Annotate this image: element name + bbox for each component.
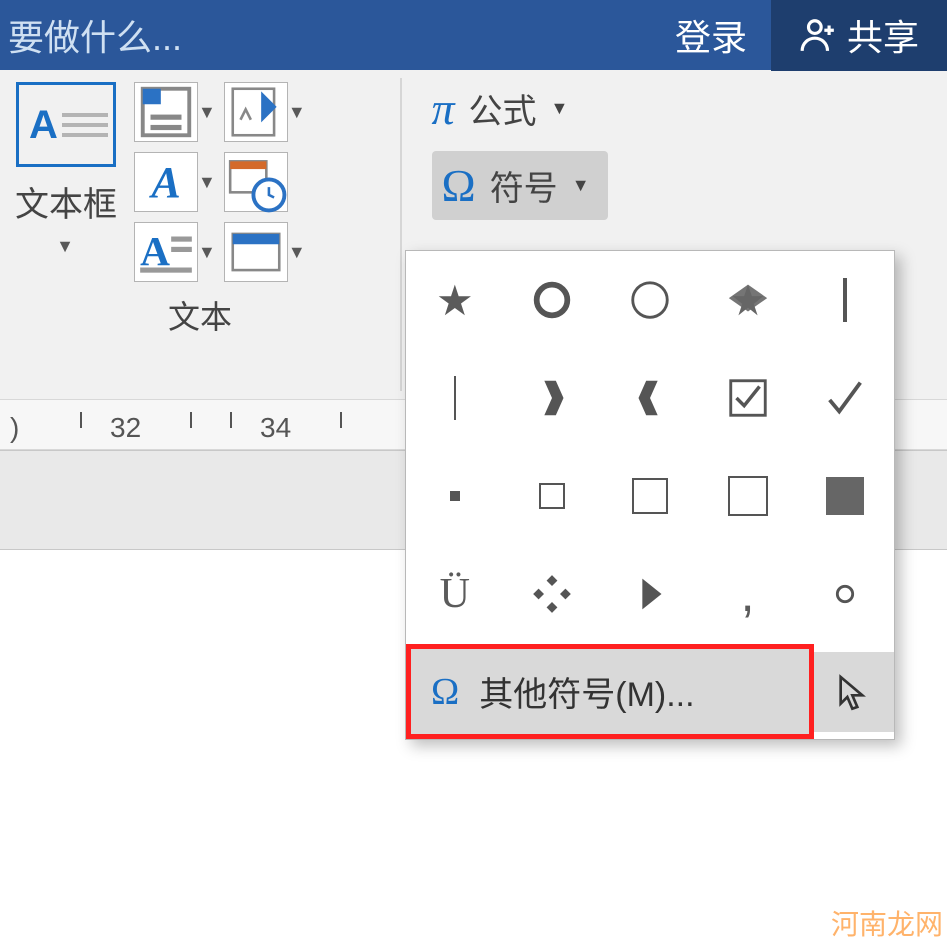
- symbol-bracket-left[interactable]: [601, 349, 699, 447]
- signature-line-button[interactable]: ▼: [224, 82, 306, 142]
- symbol-star-filled[interactable]: ★: [406, 251, 504, 349]
- date-time-icon: [225, 151, 287, 213]
- equation-button[interactable]: π 公式 ▼: [432, 82, 608, 135]
- symbol-diamond-cluster[interactable]: [504, 545, 602, 643]
- recent-symbols-grid: ★ Ü ,: [406, 251, 894, 643]
- omega-icon: Ω: [442, 159, 476, 212]
- object-button[interactable]: ▼: [224, 222, 306, 282]
- tell-me-search[interactable]: 要做什么...: [0, 9, 651, 61]
- more-symbols-label: 其他符号(M)...: [479, 667, 694, 716]
- quick-parts-icon: [135, 81, 197, 143]
- symbol-bar-thin[interactable]: [406, 349, 504, 447]
- symbol-comma[interactable]: ,: [699, 545, 797, 643]
- share-label: 共享: [847, 9, 919, 61]
- symbol-dot-hollow[interactable]: [796, 545, 894, 643]
- symbol-star-band[interactable]: [699, 251, 797, 349]
- symbol-checkbox-checked[interactable]: [699, 349, 797, 447]
- symbol-checkmark[interactable]: [796, 349, 894, 447]
- textbox-button[interactable]: A 文本框 ▼: [6, 82, 126, 282]
- chevron-down-icon: ▼: [551, 98, 569, 119]
- symbol-bracket-right[interactable]: [504, 349, 602, 447]
- symbol-square-small[interactable]: [504, 447, 602, 545]
- symbol-square-outline[interactable]: [699, 447, 797, 545]
- symbol-dot-small[interactable]: [406, 447, 504, 545]
- chevron-down-icon: ▼: [56, 236, 74, 257]
- quick-parts-button[interactable]: ▼: [134, 82, 216, 142]
- symbol-button[interactable]: Ω 符号 ▼: [432, 151, 608, 220]
- wordart-button[interactable]: A▼: [134, 152, 216, 212]
- share-button[interactable]: 共享: [771, 0, 947, 71]
- symbol-square-medium[interactable]: [601, 447, 699, 545]
- textbox-icon: A: [16, 82, 116, 167]
- more-symbols-button[interactable]: Ω 其他符号(M)...: [406, 644, 814, 739]
- chevron-down-icon: ▼: [572, 175, 590, 196]
- wordart-icon: A: [151, 157, 180, 208]
- title-bar: 要做什么... 登录 共享: [0, 0, 947, 70]
- watermark: 河南龙网: [831, 903, 943, 943]
- group-label-text: 文本: [6, 292, 394, 338]
- object-icon: [225, 221, 287, 283]
- symbol-bar-vertical[interactable]: [796, 251, 894, 349]
- pi-icon: π: [432, 82, 455, 135]
- ribbon-group-text: A 文本框 ▼ ▼ A▼ A ▼: [0, 70, 400, 342]
- login-link[interactable]: 登录: [651, 9, 771, 61]
- omega-icon: Ω: [431, 670, 459, 714]
- cursor-indicator: [814, 652, 894, 732]
- svg-text:A: A: [140, 228, 170, 274]
- symbol-u-diaeresis[interactable]: Ü: [406, 545, 504, 643]
- symbol-circle-thin[interactable]: [601, 251, 699, 349]
- symbol-dropdown-panel: ★ Ü , Ω 其他符号(M)...: [405, 250, 895, 740]
- drop-cap-button[interactable]: A ▼: [134, 222, 216, 282]
- drop-cap-icon: A: [135, 221, 197, 283]
- ribbon-group-symbols: π 公式 ▼ Ω 符号 ▼: [402, 70, 628, 220]
- cursor-icon: [834, 672, 874, 712]
- symbol-circle-bold[interactable]: [504, 251, 602, 349]
- signature-icon: [225, 81, 287, 143]
- date-time-button[interactable]: [224, 152, 306, 212]
- symbol-square-filled[interactable]: [796, 447, 894, 545]
- symbol-triangle-right[interactable]: [601, 545, 699, 643]
- share-person-icon: [799, 16, 837, 54]
